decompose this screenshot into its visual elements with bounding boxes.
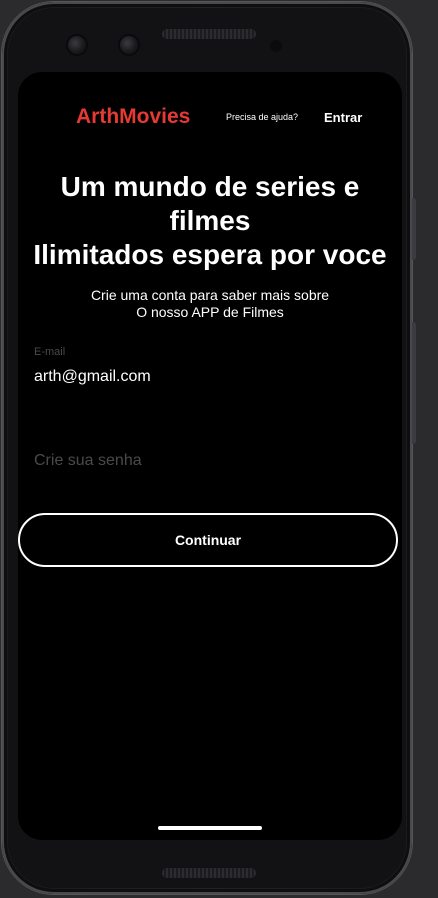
bottom-speaker — [162, 868, 256, 878]
login-button[interactable]: Entrar — [324, 110, 362, 125]
front-camera-icon — [68, 36, 86, 54]
earpiece-speaker — [162, 29, 256, 39]
email-label: E-mail — [34, 346, 66, 358]
proximity-sensor — [270, 40, 282, 52]
title-line: Um mundo de series e — [60, 171, 360, 202]
email-field[interactable] — [34, 368, 334, 386]
home-indicator[interactable] — [158, 826, 262, 830]
subtitle-line: Crie uma conta para saber mais sobre — [90, 287, 330, 303]
password-field[interactable] — [34, 452, 334, 470]
page-subtitle: Crie uma conta para saber mais sobre O n… — [18, 287, 402, 321]
continue-button[interactable]: Continuar — [18, 513, 398, 567]
subtitle-line: O nosso APP de Filmes — [136, 304, 284, 320]
phone-frame: ArthMovies Precisa de ajuda? Entrar Um m… — [2, 2, 416, 894]
volume-button — [412, 198, 416, 260]
help-link[interactable]: Precisa de ajuda? — [226, 112, 298, 122]
brand-logo: ArthMovies — [76, 105, 191, 128]
title-line: filmes — [169, 205, 251, 236]
top-bar: ArthMovies Precisa de ajuda? Entrar — [18, 72, 402, 164]
app-screen: ArthMovies Precisa de ajuda? Entrar Um m… — [18, 72, 402, 840]
title-line: Ilimitados espera por voce — [33, 239, 387, 270]
page-title: Um mundo de series e filmes Ilimitados e… — [18, 170, 402, 272]
power-button — [412, 322, 416, 444]
front-camera-icon — [120, 36, 138, 54]
